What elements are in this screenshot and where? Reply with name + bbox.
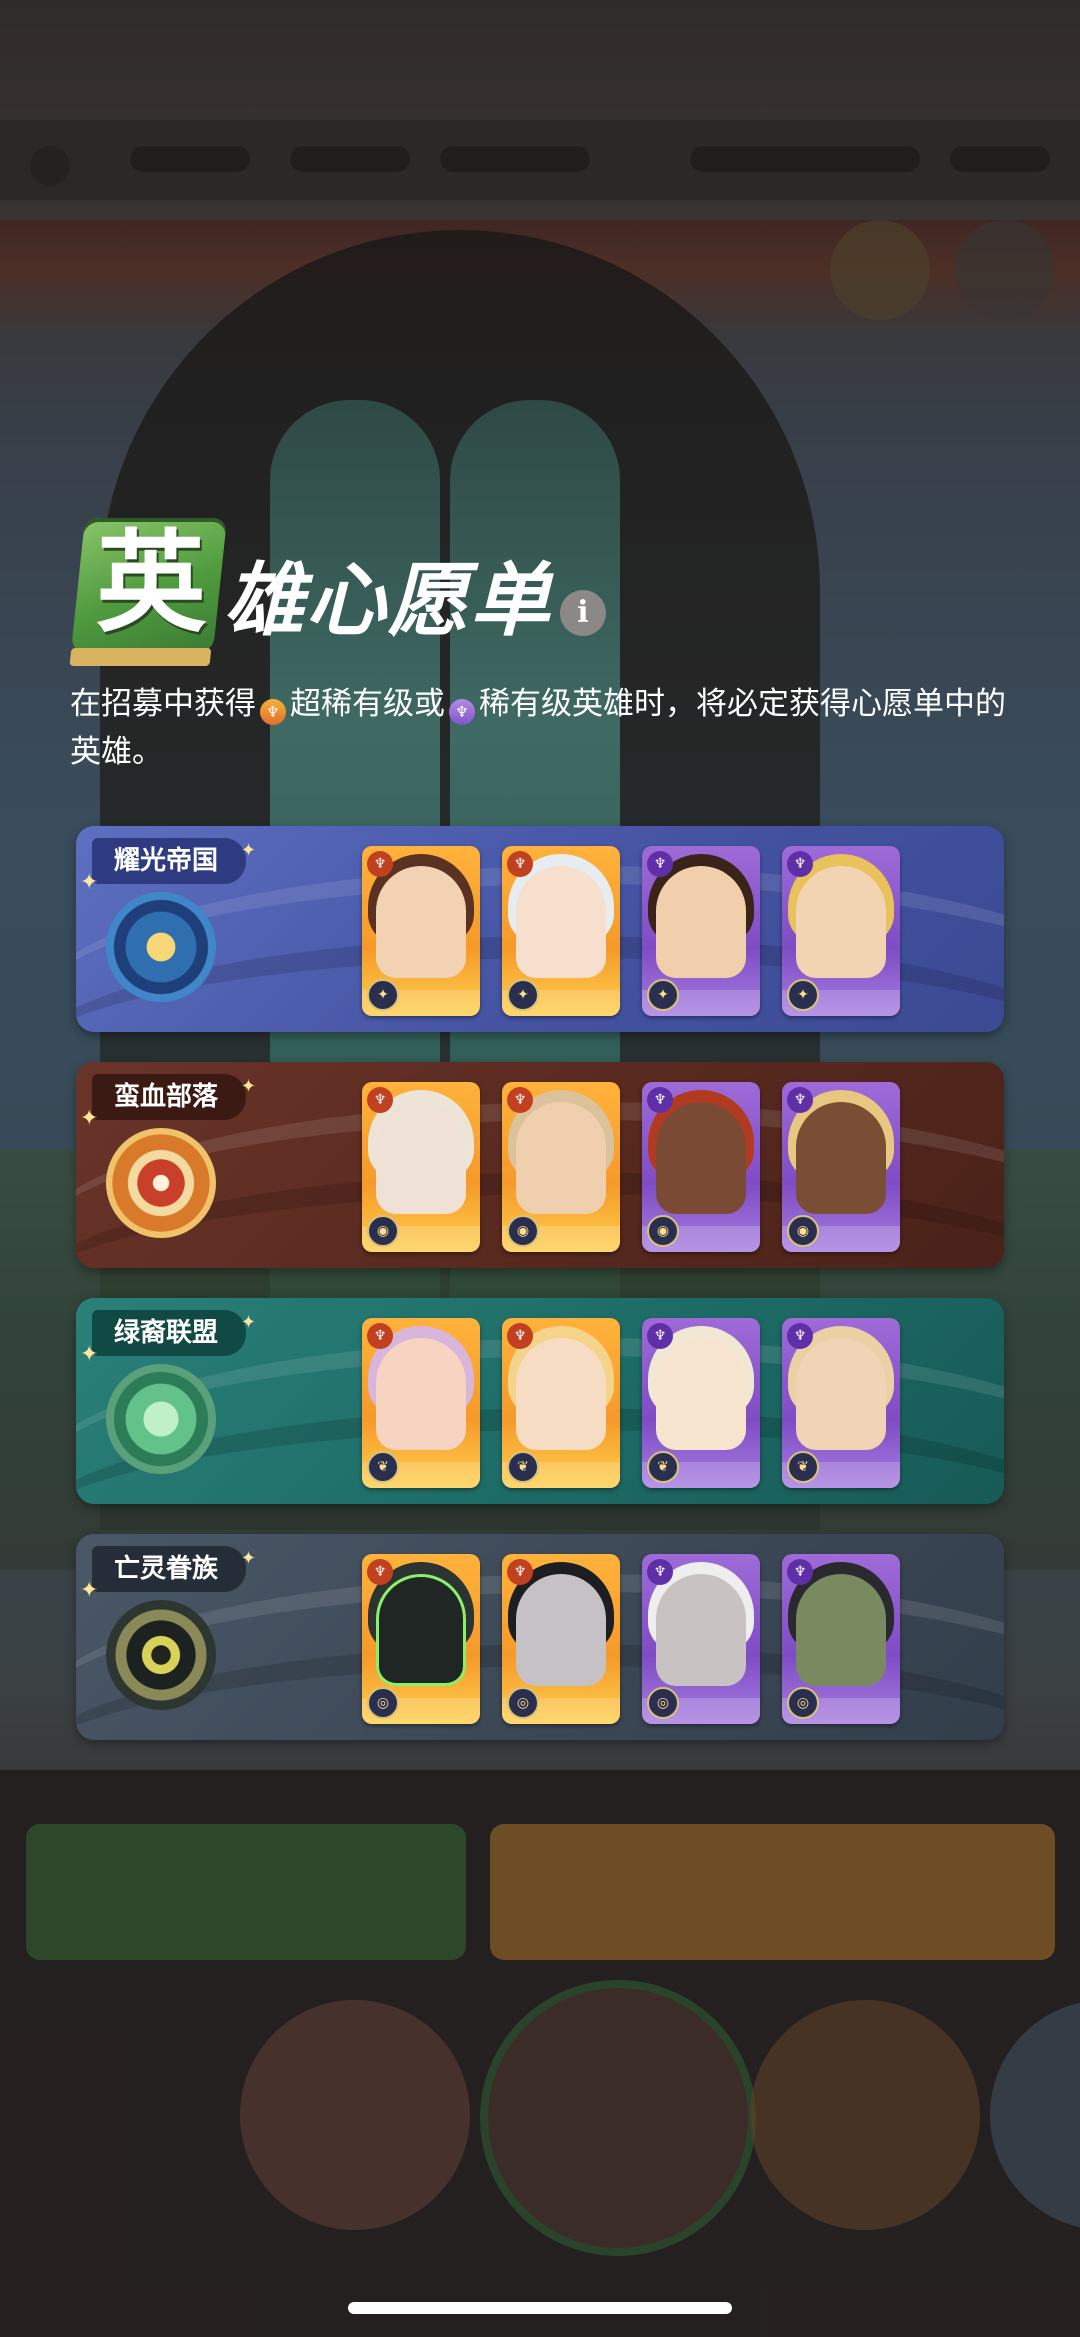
super-rare-badge-icon: ♆	[367, 1559, 393, 1585]
rare-badge-icon: ♆	[647, 1559, 673, 1585]
hero-card[interactable]: ♆ ◎	[642, 1554, 760, 1724]
faction-star-icon: ✦	[367, 979, 399, 1011]
target-ring-icon	[106, 1128, 216, 1238]
faction-eye-icon: ◎	[367, 1687, 399, 1719]
hero-card[interactable]: ♆ ✦	[502, 846, 620, 1016]
faction-name: 蛮血部落	[80, 1064, 256, 1142]
faction-ring-icon: ◉	[367, 1215, 399, 1247]
hero-card[interactable]: ♆ ✦	[782, 846, 900, 1016]
rare-icon: ♆	[449, 699, 475, 725]
super-rare-badge-icon: ♆	[507, 1323, 533, 1349]
hero-card[interactable]: ♆ ❦	[502, 1318, 620, 1488]
rare-badge-icon: ♆	[787, 1087, 813, 1113]
faction-ring-icon: ◉	[647, 1215, 679, 1247]
hero-card[interactable]: ♆ ◉	[782, 1082, 900, 1252]
four-point-star-icon	[106, 892, 216, 1002]
hero-card[interactable]: ♆ ✦	[362, 846, 480, 1016]
faction-name: 绿裔联盟	[80, 1300, 256, 1378]
desc-super: 超稀有级或	[290, 686, 445, 722]
faction-name: 耀光帝国	[80, 828, 256, 906]
rare-badge-icon: ♆	[647, 1087, 673, 1113]
super-rare-badge-icon: ♆	[507, 1559, 533, 1585]
title-first-char: 英	[96, 518, 206, 647]
faction-panel-lightbearers: 耀光帝国 ♆ ✦ ♆ ✦ ♆ ✦ ♆ ✦	[76, 826, 1004, 1032]
faction-leaf-icon: ❦	[367, 1451, 399, 1483]
faction-ring-icon: ◉	[787, 1215, 819, 1247]
hero-card[interactable]: ♆ ❦	[782, 1318, 900, 1488]
hero-card[interactable]: ♆ ◎	[502, 1554, 620, 1724]
rare-badge-icon: ♆	[787, 851, 813, 877]
super-rare-badge-icon: ♆	[367, 1323, 393, 1349]
faction-leaf-icon: ❦	[507, 1451, 539, 1483]
super-rare-badge-icon: ♆	[507, 1087, 533, 1113]
faction-panel-graveborn: 亡灵眷族 ♆ ◎ ♆ ◎ ♆ ◎ ♆ ◎	[76, 1534, 1004, 1740]
faction-eye-icon: ◎	[787, 1687, 819, 1719]
faction-leaf-icon: ❦	[647, 1451, 679, 1483]
wishlist-description: 在招募中获得 ♆ 超稀有级或 ♆ 稀有级英雄时，将必定获得心愿单中的英雄。	[70, 680, 1020, 776]
faction-panel-maulers: 蛮血部落 ♆ ◉ ♆ ◉ ♆ ◉ ♆ ◉	[76, 1062, 1004, 1268]
hero-card[interactable]: ♆ ◎	[782, 1554, 900, 1724]
faction-eye-icon: ◎	[507, 1687, 539, 1719]
leaf-icon	[106, 1364, 216, 1474]
faction-eye-icon: ◎	[647, 1687, 679, 1719]
rare-badge-icon: ♆	[647, 1323, 673, 1349]
super-rare-badge-icon: ♆	[367, 851, 393, 877]
faction-star-icon: ✦	[647, 979, 679, 1011]
rare-badge-icon: ♆	[647, 851, 673, 877]
home-indicator[interactable]	[348, 2302, 732, 2314]
faction-leaf-icon: ❦	[787, 1451, 819, 1483]
wishlist-title: 英 雄心愿单 i	[66, 518, 966, 658]
hero-card[interactable]: ♆ ◎	[362, 1554, 480, 1724]
hero-card[interactable]: ♆ ✦	[642, 846, 760, 1016]
super-rare-icon: ♆	[260, 699, 286, 725]
faction-ring-icon: ◉	[507, 1215, 539, 1247]
info-icon[interactable]: i	[560, 590, 606, 636]
super-rare-badge-icon: ♆	[507, 851, 533, 877]
faction-star-icon: ✦	[787, 979, 819, 1011]
faction-star-icon: ✦	[507, 979, 539, 1011]
hero-card[interactable]: ♆ ◉	[642, 1082, 760, 1252]
super-rare-badge-icon: ♆	[367, 1087, 393, 1113]
rare-badge-icon: ♆	[787, 1559, 813, 1585]
desc-part1: 在招募中获得	[70, 686, 256, 722]
hero-card[interactable]: ♆ ◉	[502, 1082, 620, 1252]
hero-card[interactable]: ♆ ❦	[642, 1318, 760, 1488]
faction-name: 亡灵眷族	[80, 1536, 256, 1614]
hero-card[interactable]: ♆ ❦	[362, 1318, 480, 1488]
hero-card[interactable]: ♆ ◉	[362, 1082, 480, 1252]
title-text: 雄心愿单	[224, 553, 552, 647]
faction-panel-wilders: 绿裔联盟 ♆ ❦ ♆ ❦ ♆ ❦ ♆ ❦	[76, 1298, 1004, 1504]
rare-badge-icon: ♆	[787, 1323, 813, 1349]
eye-icon	[106, 1600, 216, 1710]
